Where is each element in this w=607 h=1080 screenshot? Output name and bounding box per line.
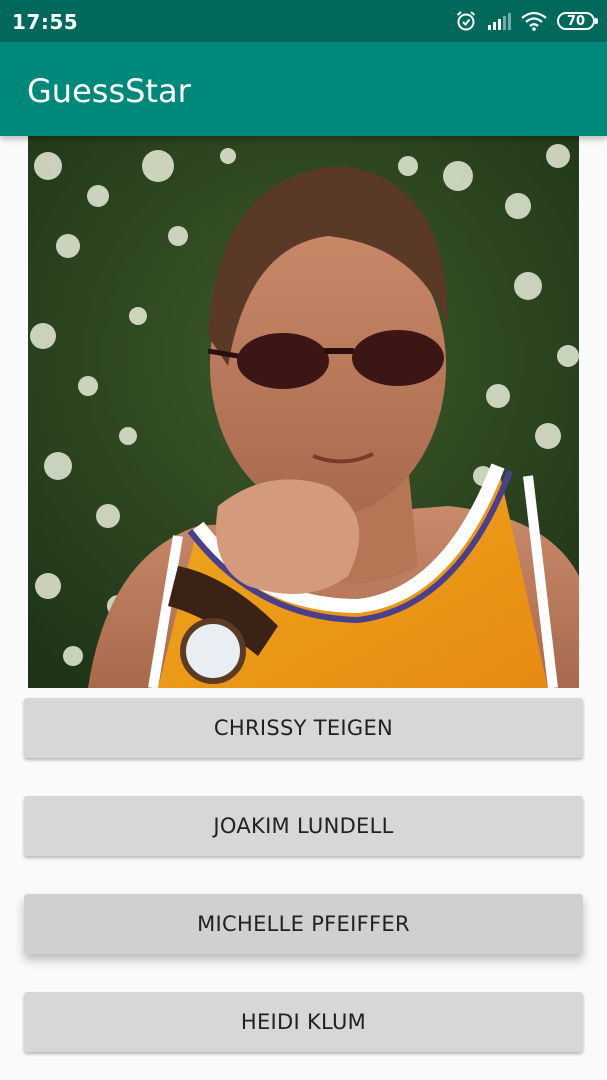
- battery-level: 70: [566, 13, 586, 29]
- cell-signal-icon: [487, 12, 511, 30]
- wifi-icon: [521, 11, 547, 31]
- answer-button-1[interactable]: CHRISSY TEIGEN: [24, 698, 583, 758]
- status-icons: 70: [455, 8, 598, 34]
- app-bar: GuessStar: [0, 42, 607, 136]
- app-title: GuessStar: [27, 72, 191, 110]
- alarm-icon: [455, 10, 477, 32]
- status-bar: 17:55 70: [0, 0, 607, 42]
- battery-icon: 70: [557, 12, 598, 30]
- celebrity-photo: [28, 136, 579, 688]
- answer-button-3[interactable]: MICHELLE PFEIFFER: [24, 894, 583, 954]
- answer-button-2[interactable]: JOAKIM LUNDELL: [24, 796, 583, 856]
- status-time: 17:55: [12, 10, 79, 34]
- answer-button-4[interactable]: HEIDI KLUM: [24, 992, 583, 1052]
